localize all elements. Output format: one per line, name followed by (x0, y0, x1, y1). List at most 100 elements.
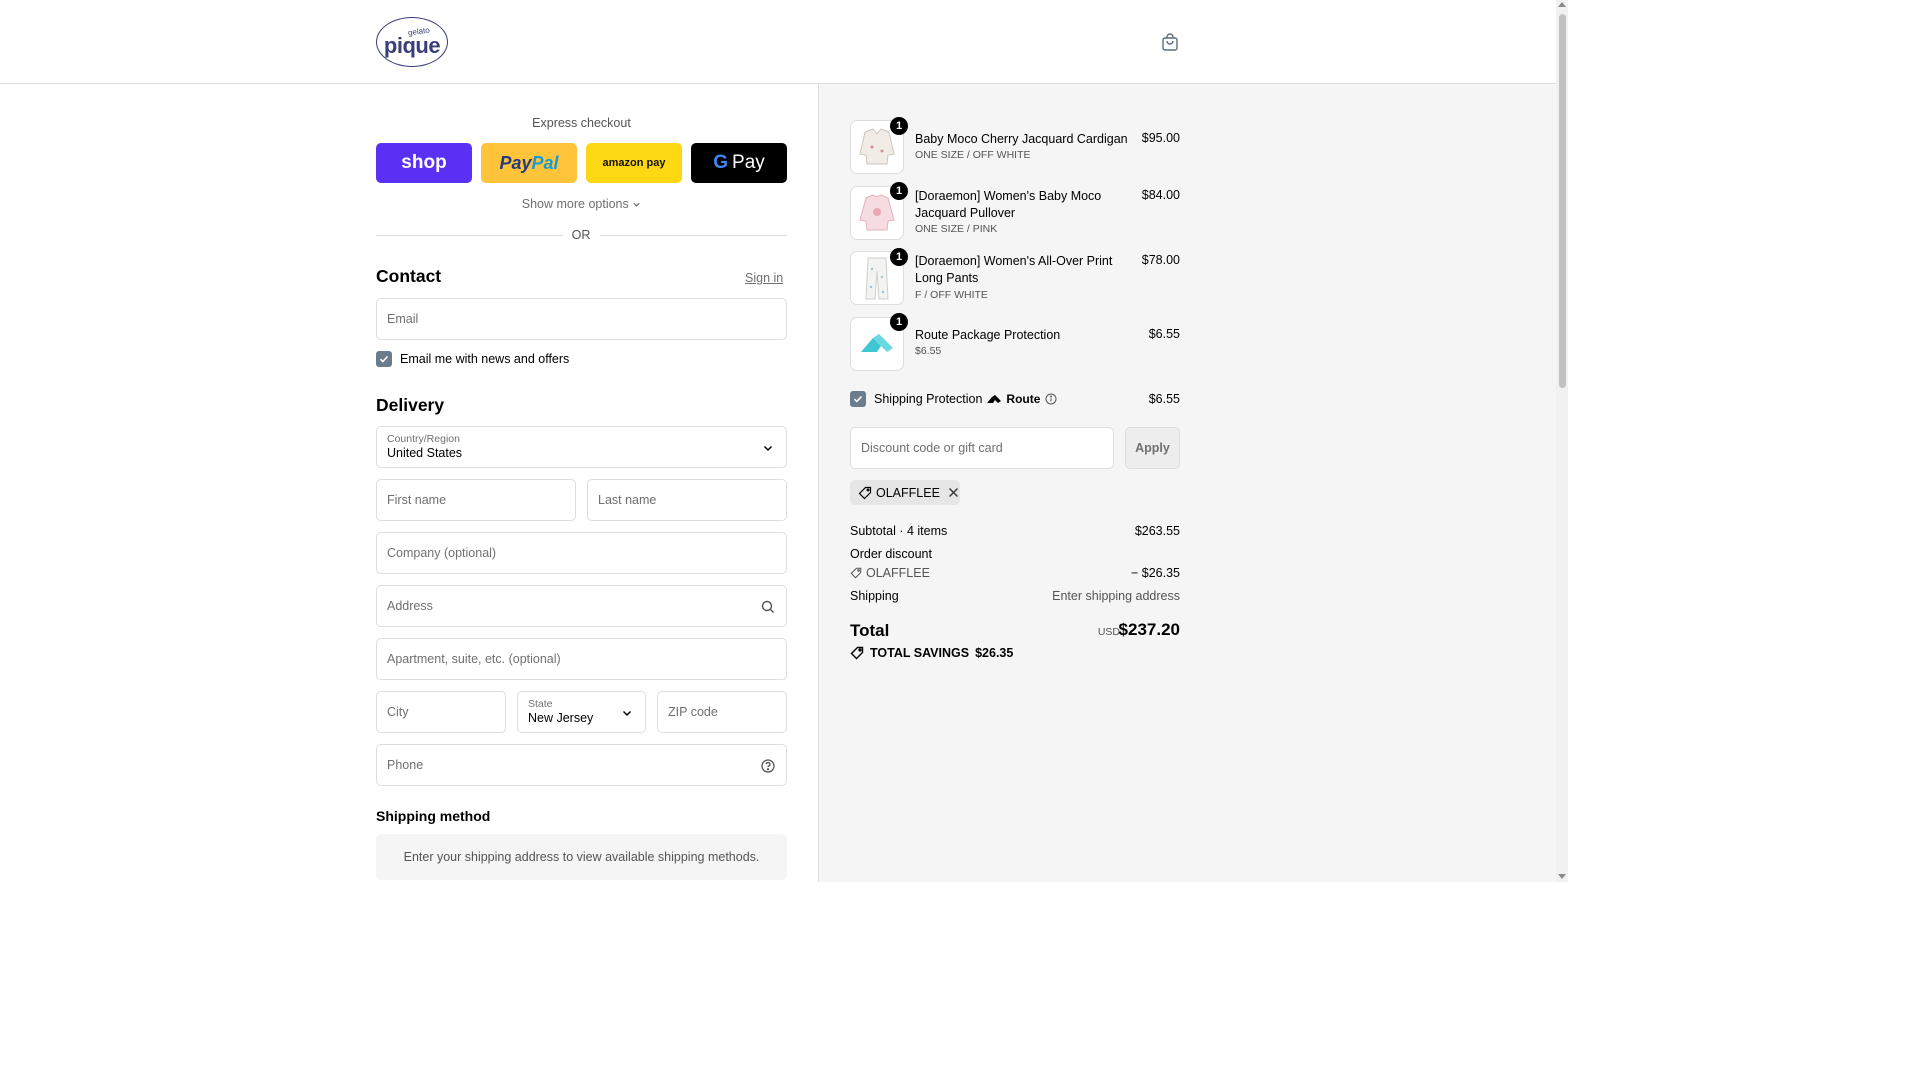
discount-code-label: OLAFFLEE (866, 566, 930, 580)
total-savings-label: TOTAL SAVINGS (870, 646, 970, 660)
city-field[interactable]: City (376, 691, 506, 733)
country-label: Country/Region (387, 433, 460, 445)
quantity-badge: 1 (890, 182, 908, 200)
chevron-down-icon (622, 710, 632, 717)
express-checkout-title: Express checkout (532, 116, 631, 130)
phone-placeholder: Phone (387, 758, 424, 772)
item-name: [Doraemon] Women's Baby Moco Jacquard Pu… (915, 189, 1102, 220)
show-more-options-link[interactable]: Show more options (376, 197, 787, 211)
last-name-field[interactable]: Last name (587, 479, 787, 521)
contact-title: Contact (376, 266, 442, 286)
shipping-protection-label: Shipping Protection (874, 392, 983, 406)
google-g-icon: G (713, 152, 729, 173)
close-icon[interactable] (948, 487, 959, 498)
shopping-bag-icon[interactable] (1160, 32, 1180, 52)
apply-discount-button[interactable]: Apply (1125, 427, 1180, 469)
state-value: New Jersey (528, 711, 594, 725)
delivery-title: Delivery (376, 395, 445, 415)
zip-field[interactable]: ZIP code (657, 691, 787, 733)
discount-code-row: OLAFFLEE (850, 566, 930, 580)
total-currency: USD (1097, 626, 1120, 638)
tag-icon (850, 646, 864, 660)
chevron-down-icon (633, 202, 640, 207)
show-more-label: Show more options (521, 197, 629, 211)
divider-right (600, 235, 787, 236)
phone-field[interactable]: Phone (376, 744, 787, 786)
tag-icon (858, 486, 872, 499)
amazon-pay-label: amazon pay (602, 157, 666, 169)
shop-pay-label: shop (401, 152, 447, 173)
header: gelato pique (0, 0, 1556, 84)
address-field[interactable]: Address (376, 585, 787, 627)
item-variant: ONE SIZE / OFF WHITE (915, 149, 1031, 161)
total-savings-value: $26.35 (975, 646, 1014, 660)
item-variant: ONE SIZE / PINK (915, 223, 998, 235)
apartment-field[interactable]: Apartment, suite, etc. (optional) (376, 638, 787, 680)
route-logo-icon (861, 334, 893, 352)
search-icon (761, 600, 774, 613)
or-divider-text: OR (571, 228, 591, 242)
amazon-pay-button[interactable]: amazon pay (586, 143, 682, 183)
shop-pay-button[interactable]: shop (376, 143, 472, 183)
order-discount-label: Order discount (850, 547, 932, 561)
shipping-protection-price: $6.55 (1148, 392, 1180, 406)
country-value: United States (387, 446, 463, 460)
shipping-protection-checkbox[interactable] (850, 391, 866, 407)
checkmark-icon (853, 395, 863, 403)
quantity-badge: 1 (890, 117, 908, 135)
shipping-label: Shipping (850, 589, 899, 603)
email-field[interactable]: Email (376, 298, 787, 340)
paypal-label-pay: Pay (499, 152, 532, 173)
email-placeholder: Email (387, 312, 419, 326)
paypal-label-pal: Pal (531, 152, 559, 173)
applied-discount-tag: OLAFFLEE (850, 480, 960, 505)
country-select[interactable]: Country/Region United States (376, 426, 787, 468)
scrollbar-thumb[interactable] (1559, 14, 1566, 388)
item-price: $6.55 (1148, 327, 1180, 341)
shipping-value: Enter shipping address (1052, 589, 1180, 603)
tag-icon (850, 567, 862, 579)
paypal-button[interactable]: Pay Pal (481, 143, 577, 183)
info-icon[interactable] (1045, 393, 1057, 405)
discount-code-input[interactable]: Discount code or gift card (850, 427, 1114, 469)
pullover-image (859, 194, 895, 231)
total-savings: TOTAL SAVINGS $26.35 (850, 646, 1013, 660)
city-placeholder: City (387, 705, 409, 719)
newsletter-checkbox[interactable] (376, 351, 392, 367)
quantity-badge: 1 (890, 313, 908, 331)
item-price: $78.00 (1141, 253, 1180, 267)
sign-in-link[interactable]: Sign in (745, 271, 783, 285)
item-variant: $6.55 (915, 345, 942, 357)
first-name-placeholder: First name (387, 493, 447, 507)
google-pay-button[interactable]: G Pay (691, 143, 787, 183)
total-label: Total (850, 621, 890, 640)
discount-placeholder: Discount code or gift card (861, 441, 1003, 455)
scroll-down-arrow[interactable] (1558, 874, 1566, 879)
zip-placeholder: ZIP code (668, 705, 718, 719)
shipping-method-message: Enter your shipping address to view avai… (376, 834, 787, 880)
company-placeholder: Company (optional) (387, 546, 497, 560)
help-circle-icon[interactable] (760, 758, 776, 774)
divider-left (376, 235, 563, 236)
item-price: $95.00 (1141, 131, 1180, 145)
item-price: $84.00 (1141, 188, 1180, 202)
checkmark-icon (379, 355, 389, 363)
address-placeholder: Address (387, 599, 433, 613)
state-label: State (528, 698, 553, 710)
route-logo-icon (987, 395, 1002, 403)
total-value: $237.20 (1118, 620, 1180, 639)
item-name: Route Package Protection (915, 328, 1061, 342)
chevron-down-icon (763, 445, 773, 452)
route-brand-label: Route (1006, 392, 1041, 406)
scroll-up-arrow[interactable] (1558, 2, 1566, 7)
page-scrollbar[interactable] (1556, 0, 1568, 882)
item-name: [Doraemon] Women's All-Over Print Long P… (915, 254, 1113, 285)
apartment-placeholder: Apartment, suite, etc. (optional) (387, 652, 561, 666)
subtotal-value: $263.55 (1134, 524, 1180, 538)
first-name-field[interactable]: First name (376, 479, 576, 521)
brand-logo[interactable]: gelato pique (376, 17, 448, 67)
discount-value: − $26.35 (1130, 566, 1180, 580)
company-field[interactable]: Company (optional) (376, 532, 787, 574)
state-select[interactable]: State New Jersey (517, 691, 646, 733)
item-name: Baby Moco Cherry Jacquard Cardigan (915, 132, 1128, 146)
